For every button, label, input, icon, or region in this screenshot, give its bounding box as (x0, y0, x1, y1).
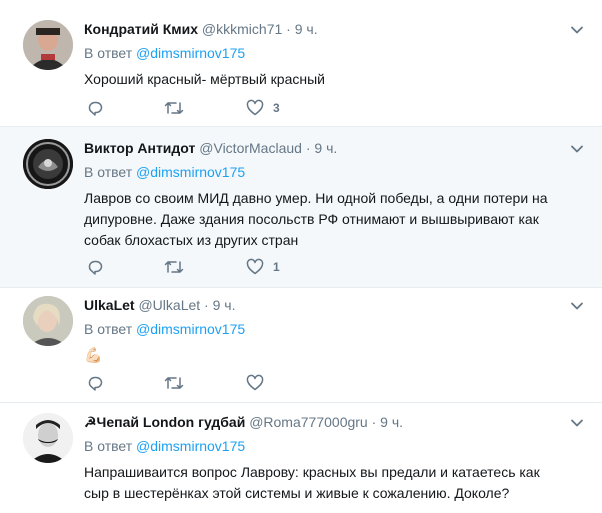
tweet-timestamp[interactable]: 9 ч. (314, 140, 337, 156)
retweet-button[interactable] (164, 257, 184, 277)
reply-button[interactable] (86, 373, 104, 393)
retweet-icon (164, 102, 184, 114)
reply-context: В ответ @dimsmirnov175 (84, 319, 568, 339)
like-button[interactable]: 3 (246, 98, 280, 118)
reply-handle-link[interactable]: @dimsmirnov175 (136, 438, 245, 454)
chevron-down-icon[interactable] (570, 142, 584, 156)
tweet-feed: Кондратий Кмих @kkkmich71 · 9 ч. В ответ… (0, 0, 602, 508)
reply-context: В ответ @dimsmirnov175 (84, 43, 568, 63)
like-button[interactable] (246, 373, 273, 393)
reply-handle-link[interactable]: @dimsmirnov175 (136, 45, 245, 61)
tweet-timestamp[interactable]: 9 ч. (213, 297, 236, 313)
header-separator: · (371, 414, 377, 430)
tweet-text: 💪🏻 (84, 347, 103, 364)
author-handle[interactable]: @UlkaLet (138, 297, 200, 313)
reply-prefix: В ответ (84, 45, 133, 61)
header-separator: · (204, 297, 209, 313)
reply-prefix: В ответ (84, 164, 133, 180)
avatar[interactable] (23, 20, 73, 70)
reply-context: В ответ @dimsmirnov175 (84, 436, 568, 456)
tweet-actions: 1 (84, 257, 384, 277)
like-count: 1 (273, 260, 280, 274)
header-separator: · (305, 140, 311, 156)
tweet-text: Лавров со своим МИД давно умер. Ни одной… (84, 190, 548, 248)
author-name[interactable]: ☭Чепай London гудбай (84, 414, 245, 430)
retweet-button[interactable] (164, 373, 184, 393)
tweet-item[interactable]: Кондратий Кмих @kkkmich71 · 9 ч. В ответ… (0, 0, 602, 127)
tweet-timestamp[interactable]: 9 ч. (295, 21, 318, 37)
reply-icon (88, 376, 103, 391)
heart-icon (246, 374, 264, 391)
author-handle[interactable]: @VictorMaclaud (199, 140, 302, 156)
author-name[interactable]: Кондратий Кмих (84, 21, 198, 37)
heart-icon (246, 99, 264, 116)
avatar[interactable] (23, 296, 73, 346)
tweet-actions: 3 (84, 98, 384, 118)
tweet-item[interactable]: UlkaLet @UlkaLet · 9 ч. В ответ @dimsmir… (0, 288, 602, 403)
reply-icon (88, 101, 103, 116)
tweet-actions (84, 373, 384, 393)
author-name[interactable]: Виктор Антидот (84, 140, 195, 156)
chevron-down-icon[interactable] (570, 299, 584, 313)
chevron-down-icon[interactable] (570, 416, 584, 430)
retweet-icon (164, 261, 184, 273)
reply-handle-link[interactable]: @dimsmirnov175 (136, 321, 245, 337)
tweet-header: ☭Чепай London гудбай @Roma777000gru · 9 … (84, 412, 568, 432)
tweet-item[interactable]: ☭Чепай London гудбай @Roma777000gru · 9 … (0, 403, 602, 513)
avatar[interactable] (23, 139, 73, 189)
retweet-button[interactable] (164, 98, 184, 118)
reply-handle-link[interactable]: @dimsmirnov175 (136, 164, 245, 180)
author-handle[interactable]: @kkkmich71 (202, 21, 282, 37)
reply-icon (88, 260, 103, 275)
reply-prefix: В ответ (84, 321, 133, 337)
tweet-header: UlkaLet @UlkaLet · 9 ч. (84, 295, 568, 315)
like-button[interactable]: 1 (246, 257, 280, 277)
like-count: 3 (273, 101, 280, 115)
reply-prefix: В ответ (84, 438, 133, 454)
author-name[interactable]: UlkaLet (84, 297, 135, 313)
heart-icon (246, 258, 264, 275)
tweet-text: Хороший красный- мёртвый красный (84, 71, 325, 87)
reply-context: В ответ @dimsmirnov175 (84, 162, 568, 182)
avatar[interactable] (23, 413, 73, 463)
tweet-text: Напрашиваится вопрос Лаврову: красных вы… (84, 464, 540, 501)
tweet-item[interactable]: Виктор Антидот @VictorMaclaud · 9 ч. В о… (0, 127, 602, 288)
author-handle[interactable]: @Roma777000gru (249, 414, 368, 430)
retweet-icon (164, 377, 184, 389)
header-separator: · (286, 21, 291, 37)
tweet-header: Кондратий Кмих @kkkmich71 · 9 ч. (84, 19, 568, 39)
reply-button[interactable] (86, 257, 104, 277)
chevron-down-icon[interactable] (570, 23, 584, 37)
tweet-header: Виктор Антидот @VictorMaclaud · 9 ч. (84, 138, 568, 158)
reply-button[interactable] (86, 98, 104, 118)
tweet-timestamp[interactable]: 9 ч. (380, 414, 403, 430)
